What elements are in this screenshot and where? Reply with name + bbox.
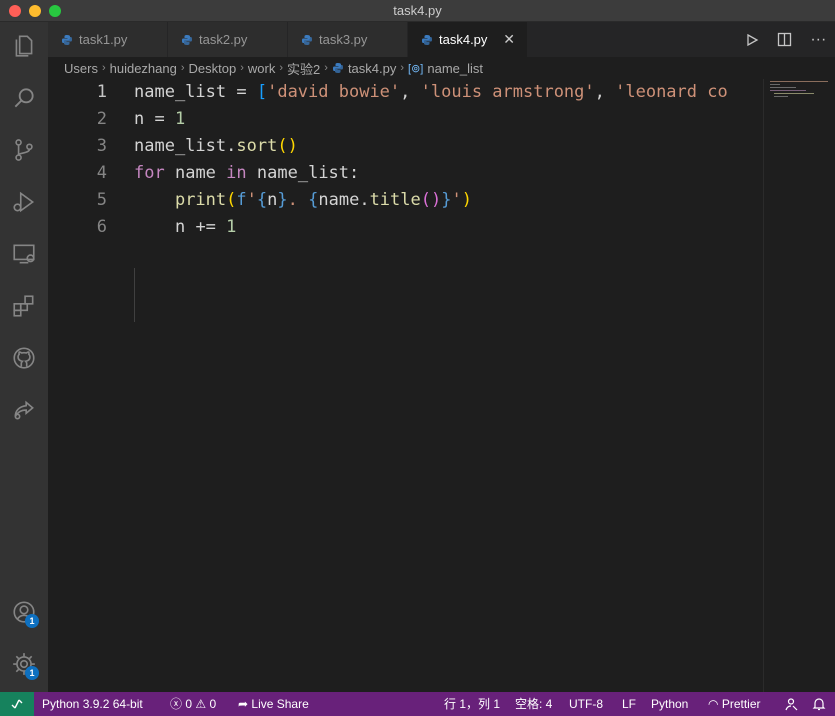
- chevron-right-icon: ›: [240, 62, 244, 74]
- warning-icon: ⚠: [195, 697, 207, 711]
- code-text: for name in name_list:: [134, 163, 360, 183]
- code-text: print(f'{n}. {name.title()}'): [174, 190, 472, 210]
- indent-guide: [134, 268, 135, 322]
- tab-label: task2.py: [199, 32, 248, 47]
- line-number: 1: [96, 82, 107, 102]
- prettier-icon: ◠: [708, 697, 719, 711]
- tab-task1[interactable]: task1.py: [48, 22, 168, 57]
- python-file-icon: [302, 34, 312, 45]
- line-number: 6: [96, 217, 107, 237]
- chevron-right-icon: ›: [101, 62, 106, 74]
- code-text: n = 1: [134, 109, 186, 129]
- python-file-icon: [62, 34, 72, 45]
- minimap[interactable]: [763, 79, 835, 692]
- line-number: 4: [96, 163, 107, 183]
- accounts-badge: 1: [25, 614, 39, 628]
- status-bar: Python 3.9.2 64-bit ⓧ 0 ⚠ 0 ➦ Live Share…: [0, 692, 835, 716]
- breadcrumb-item[interactable]: 实验2: [287, 59, 320, 78]
- breadcrumb-item[interactable]: task4.py: [348, 61, 396, 76]
- settings-gear-icon[interactable]: 1: [0, 640, 48, 688]
- indentation[interactable]: 空格: 4: [515, 692, 552, 716]
- prettier-status[interactable]: ◠ Prettier: [708, 692, 761, 716]
- minimap-line: [770, 84, 780, 85]
- code-line[interactable]: 4 for name in name_list:: [48, 160, 763, 187]
- tab-label: task4.py: [439, 32, 488, 47]
- chevron-right-icon: ›: [180, 62, 185, 74]
- close-tab-icon[interactable]: ✕: [503, 31, 515, 48]
- encoding[interactable]: UTF-8: [569, 692, 603, 716]
- notifications-icon[interactable]: [812, 692, 826, 716]
- breadcrumb-item[interactable]: Users: [64, 61, 98, 76]
- minimap-line: [770, 90, 806, 91]
- breadcrumb: Users › huidezhang › Desktop › work › 实验2 › t…: [48, 57, 835, 79]
- error-icon: ⓧ: [170, 697, 183, 711]
- code-text: name_list = ['david bowie', 'louis armst…: [134, 82, 728, 102]
- settings-badge: 1: [25, 666, 39, 680]
- window-title: task4.py: [393, 3, 442, 18]
- cursor-position[interactable]: 行 1，列 1: [444, 692, 500, 716]
- code-line[interactable]: 1 name_list = ['david bowie', 'louis arms…: [48, 79, 763, 106]
- warning-count: 0: [209, 697, 217, 711]
- remote-explorer-icon[interactable]: [0, 230, 48, 278]
- line-number: 5: [96, 190, 107, 210]
- code-line[interactable]: 3 name_list.sort(): [48, 133, 763, 160]
- split-editor-icon[interactable]: [776, 31, 794, 49]
- search-icon[interactable]: [0, 74, 48, 122]
- line-number: 2: [96, 109, 107, 129]
- files-icon[interactable]: [0, 22, 48, 70]
- breadcrumb-item[interactable]: huidezhang: [110, 61, 177, 76]
- line-number: 3: [96, 136, 107, 156]
- problems-indicator[interactable]: ⓧ 0 ⚠ 0: [170, 692, 216, 716]
- chevron-right-icon: ›: [324, 62, 328, 74]
- live-share-label: Live Share: [251, 697, 309, 711]
- minimap-line: [770, 87, 796, 88]
- live-share-icon: ➦: [238, 697, 249, 711]
- run-debug-icon[interactable]: [0, 178, 48, 226]
- variable-symbol-icon: [⊚]: [408, 62, 424, 75]
- editor-actions: ···: [735, 22, 835, 57]
- feedback-icon[interactable]: [784, 692, 798, 716]
- code-line[interactable]: 2 n = 1: [48, 106, 763, 133]
- python-file-icon: [332, 63, 343, 73]
- title-bar: task4.py: [0, 0, 835, 22]
- run-icon[interactable]: [743, 31, 761, 49]
- minimap-line: [774, 93, 814, 94]
- more-actions-icon[interactable]: ···: [809, 31, 827, 49]
- code-line[interactable]: 6 n += 1: [48, 214, 763, 241]
- prettier-label: Prettier: [721, 697, 761, 711]
- source-control-icon[interactable]: [0, 126, 48, 174]
- python-file-icon: [422, 34, 432, 45]
- chevron-right-icon: ›: [400, 62, 405, 74]
- activity-bar: 1 1: [0, 22, 48, 692]
- code-text: n += 1: [174, 217, 237, 237]
- python-file-icon: [182, 34, 192, 45]
- minimap-line: [770, 81, 828, 82]
- code-line[interactable]: 5 print(f'{n}. {name.title()}'): [48, 187, 763, 214]
- tab-label: task3.py: [319, 32, 368, 47]
- live-share-button[interactable]: ➦ Live Share: [238, 692, 309, 716]
- python-interpreter[interactable]: Python 3.9.2 64-bit: [42, 692, 143, 716]
- code-editor[interactable]: 1 name_list = ['david bowie', 'louis arms…: [48, 79, 763, 692]
- editor-tabs: task1.py task2.py task3.py task4.py ✕ ··…: [48, 22, 835, 57]
- tab-label: task1.py: [79, 32, 128, 47]
- remote-indicator[interactable]: [0, 692, 34, 716]
- tab-task3[interactable]: task3.py: [288, 22, 408, 57]
- line-ending[interactable]: LF: [622, 692, 636, 716]
- live-share-icon[interactable]: [0, 386, 48, 434]
- breadcrumb-item[interactable]: Desktop: [189, 61, 237, 76]
- code-text: name_list.sort(): [134, 136, 298, 156]
- github-icon[interactable]: [0, 334, 48, 382]
- language-mode[interactable]: Python: [651, 692, 688, 716]
- breadcrumb-item[interactable]: name_list: [427, 61, 483, 76]
- remote-icon: [11, 699, 23, 709]
- breadcrumb-item[interactable]: work: [248, 61, 275, 76]
- minimap-line: [774, 96, 788, 97]
- error-count: 0: [185, 697, 193, 711]
- tab-task4[interactable]: task4.py ✕: [408, 22, 528, 57]
- accounts-icon[interactable]: 1: [0, 588, 48, 636]
- tab-task2[interactable]: task2.py: [168, 22, 288, 57]
- chevron-right-icon: ›: [279, 62, 284, 74]
- extensions-icon[interactable]: [0, 282, 48, 330]
